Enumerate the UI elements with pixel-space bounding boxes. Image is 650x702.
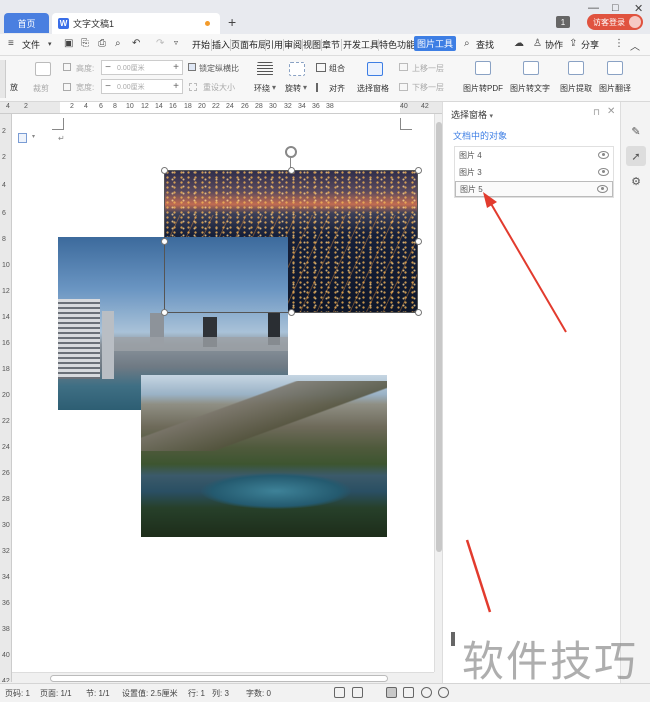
annotation-arrowhead <box>483 192 497 208</box>
status-setting[interactable]: 设置值: 2.5厘米 <box>122 688 178 699</box>
read-mode-icon[interactable] <box>352 687 363 698</box>
status-word-count[interactable]: 字数: 0 <box>246 688 271 699</box>
fullscreen-icon[interactable] <box>334 687 345 698</box>
pen-mode-icon[interactable] <box>370 687 381 698</box>
annotation-arrows <box>465 192 567 613</box>
status-pages[interactable]: 页面: 1/1 <box>40 688 72 699</box>
annotation-arrow-line <box>489 201 567 333</box>
status-bar: 页码: 1 页面: 1/1 节: 1/1 设置值: 2.5厘米 行: 1 列: … <box>0 683 650 702</box>
annotation-arrow-line <box>465 539 492 613</box>
page-view-icon[interactable] <box>386 687 397 698</box>
web-view-icon[interactable] <box>421 687 432 698</box>
outline-view-icon[interactable] <box>403 687 414 698</box>
watermark: 软件技巧 <box>462 637 639 686</box>
status-page-number[interactable]: 页码: 1 <box>5 688 30 699</box>
status-col[interactable]: 列: 3 <box>212 688 229 699</box>
status-row[interactable]: 行: 1 <box>188 688 205 699</box>
status-section[interactable]: 节: 1/1 <box>86 688 110 699</box>
eye-protection-icon[interactable] <box>438 687 449 698</box>
